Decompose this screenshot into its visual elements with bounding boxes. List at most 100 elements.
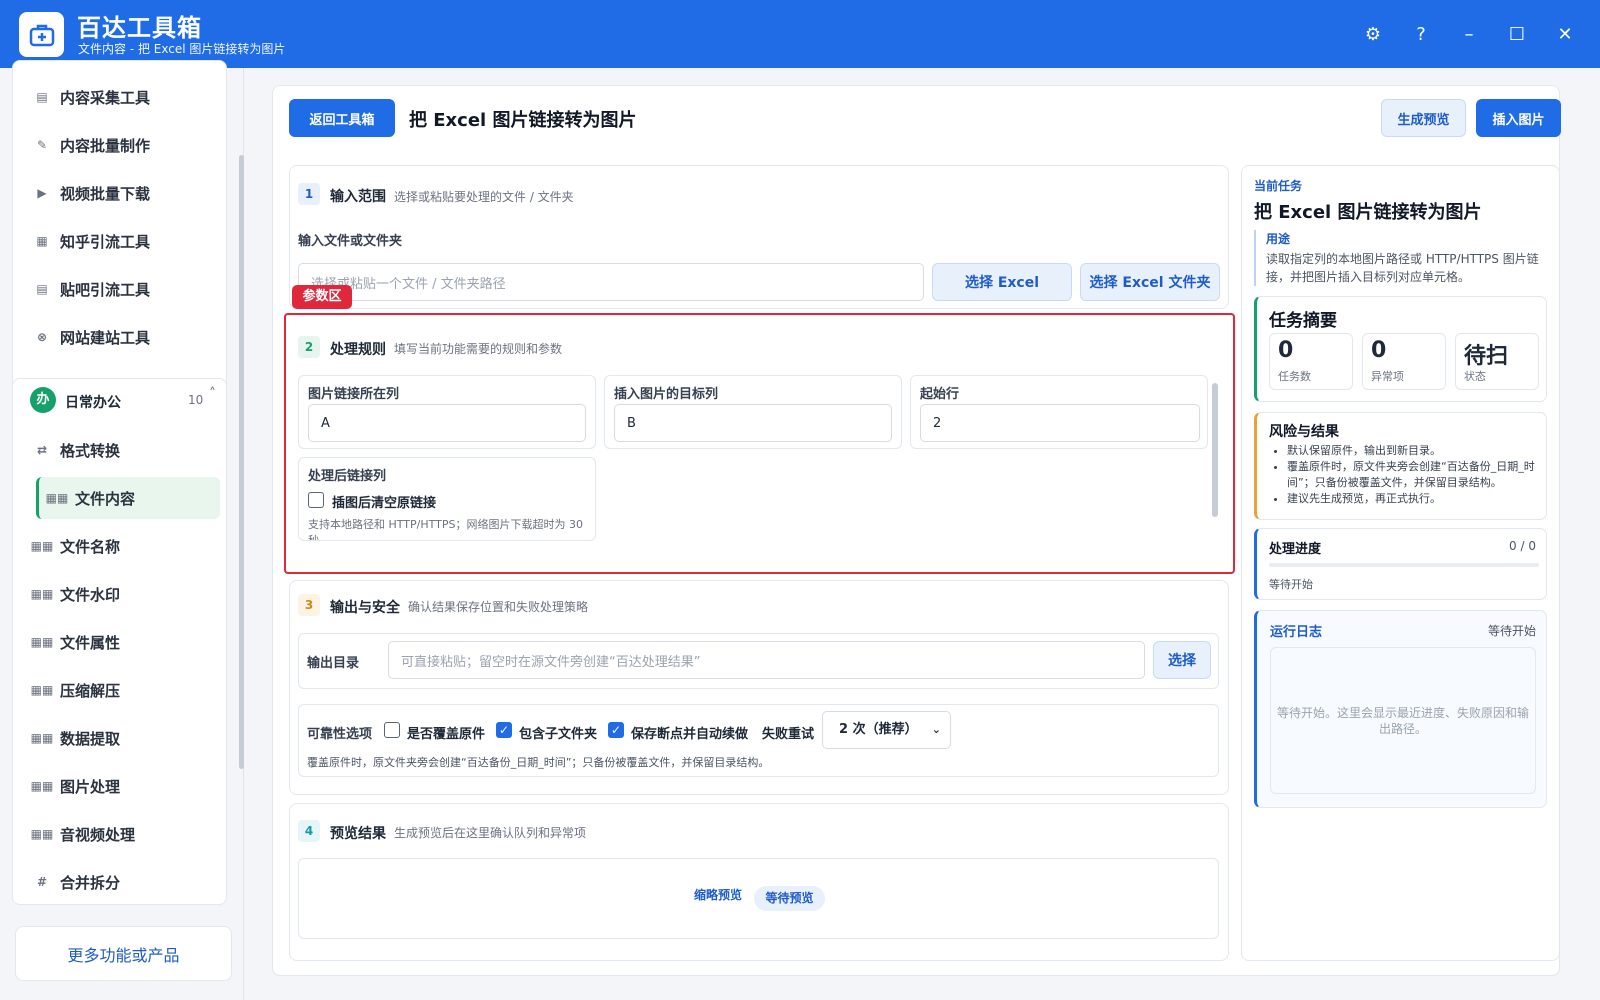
- sidebar-item-label: 数据提取: [60, 729, 121, 748]
- sidebar-item-icon: ✎: [36, 138, 48, 152]
- sidebar-item-label: 音视频处理: [60, 825, 136, 844]
- risk-card: 风险与结果 默认保留原件，输出到新目录。覆盖原件时，原文件夹旁会创建“百达备份_…: [1254, 412, 1547, 520]
- start-row-field: 起始行 2: [910, 375, 1208, 449]
- progress-title: 处理进度: [1269, 542, 1322, 557]
- summary-title: 任务摘要: [1269, 311, 1337, 331]
- sidebar-item-icon: ▦▦: [30, 731, 54, 745]
- sidebar-scrollbar[interactable]: [239, 155, 244, 769]
- section-desc: 选择或粘贴要处理的文件 / 文件夹: [394, 190, 574, 204]
- section-title: 预览结果: [330, 826, 386, 842]
- chevron-down-icon: ⌄: [931, 723, 941, 736]
- include-subfolders-label: 包含子文件夹: [519, 727, 598, 742]
- sidebar-item[interactable]: # 合并拆分: [24, 861, 220, 903]
- sidebar-item[interactable]: ▦ 知乎引流工具: [24, 220, 220, 262]
- sidebar-item[interactable]: ▦▦ 数据提取: [24, 717, 220, 759]
- input-path-field[interactable]: 选择或粘贴一个文件 / 文件夹路径: [298, 263, 924, 301]
- sidebar-item-icon: ⇄: [36, 443, 48, 457]
- choose-output-button[interactable]: 选择: [1153, 641, 1211, 679]
- sidebar-item-icon: ▦▦: [30, 779, 54, 793]
- field-label: 起始行: [920, 387, 960, 402]
- clear-link-checkbox[interactable]: [308, 492, 324, 508]
- target-column-input[interactable]: B: [614, 404, 892, 442]
- settings-icon[interactable]: ⚙: [1358, 20, 1388, 50]
- insert-images-button[interactable]: 插入图片: [1476, 99, 1561, 137]
- risk-title: 风险与结果: [1269, 424, 1339, 440]
- sidebar-item-label: 贴吧引流工具: [60, 280, 151, 299]
- help-icon[interactable]: ?: [1406, 20, 1436, 50]
- section-desc: 生成预览后在这里确认队列和异常项: [394, 826, 587, 840]
- group-count: 10: [188, 393, 204, 407]
- current-task-title: 把 Excel 图片链接转为图片: [1254, 202, 1482, 223]
- overwrite-checkbox[interactable]: [384, 722, 400, 738]
- sidebar-item-icon: ▦▦: [30, 539, 54, 553]
- sidebar-item-label: 图片处理: [60, 777, 121, 796]
- stat-value: 0: [1371, 338, 1387, 363]
- section-title: 输入范围: [330, 189, 386, 205]
- sidebar-item-icon: ▦▦: [30, 827, 54, 841]
- sidebar-item-active[interactable]: ▦▦ 文件内容: [36, 477, 220, 519]
- generate-preview-button[interactable]: 生成预览: [1381, 99, 1466, 137]
- sidebar-item[interactable]: ▤ 贴吧引流工具: [24, 268, 220, 310]
- section-title: 输出与安全: [330, 600, 400, 616]
- more-products-button[interactable]: 更多功能或产品: [15, 926, 232, 981]
- include-subfolders-checkbox[interactable]: ✓: [496, 722, 512, 738]
- title-bar: 百达工具箱 文件内容 - 把 Excel 图片链接转为图片 ⚙ ? – ☐ ✕: [0, 0, 1600, 68]
- summary-stat: 待扫 状态: [1455, 333, 1539, 390]
- clear-link-label: 插图后清空原链接: [332, 496, 437, 511]
- sidebar-item-label: 网站建站工具: [60, 328, 151, 347]
- section-desc: 填写当前功能需要的规则和参数: [394, 342, 563, 356]
- sidebar-item-icon: ▶: [37, 186, 47, 200]
- image-link-column-field: 图片链接所在列 A: [298, 375, 596, 449]
- maximize-icon[interactable]: ☐: [1502, 20, 1532, 50]
- select-excel-folder-button[interactable]: 选择 Excel 文件夹: [1080, 263, 1220, 301]
- section-desc: 确认结果保存位置和失败处理策略: [408, 600, 589, 614]
- resume-checkbox[interactable]: ✓: [608, 722, 624, 738]
- image-link-column-input[interactable]: A: [308, 404, 586, 442]
- target-column-field: 插入图片的目标列 B: [604, 375, 902, 449]
- output-dir-input[interactable]: 可直接粘贴；留空时在源文件旁创建“百达处理结果”: [388, 641, 1145, 679]
- field-label: 图片链接所在列: [308, 387, 400, 402]
- select-excel-button[interactable]: 选择 Excel: [932, 263, 1072, 301]
- sidebar-item-icon: ▦▦: [30, 635, 54, 649]
- task-summary-card: 任务摘要 0 任务数 0 异常项 待扫 状态: [1254, 296, 1547, 402]
- minimize-icon[interactable]: –: [1454, 20, 1484, 50]
- sidebar-item[interactable]: ▦▦ 压缩解压: [24, 669, 220, 711]
- stat-value: 待扫: [1464, 344, 1509, 369]
- sidebar-item[interactable]: ▤ 内容采集工具: [24, 76, 220, 118]
- usage-text: 读取指定列的本地图片路径或 HTTP/HTTPS 图片链接，并把图片插入目标列对…: [1266, 252, 1539, 284]
- sidebar-item[interactable]: ⊗ 网站建站工具: [24, 316, 220, 358]
- sidebar-item[interactable]: ▶ 视频批量下载: [24, 172, 220, 214]
- sidebar-item[interactable]: ▦▦ 图片处理: [24, 765, 220, 807]
- group-title[interactable]: 日常办公: [65, 392, 121, 412]
- start-row-input[interactable]: 2: [920, 404, 1200, 442]
- sidebar-item-label: 文件属性: [60, 633, 121, 652]
- sidebar-item[interactable]: ▦▦ 文件水印: [24, 573, 220, 615]
- sidebar-item-icon: ▤: [36, 282, 48, 296]
- step-number: 3: [298, 594, 320, 616]
- params-scrollbar[interactable]: [1212, 383, 1218, 517]
- overwrite-label: 是否覆盖原件: [407, 727, 486, 742]
- risk-item: 建议先生成预览，再正式执行。: [1287, 491, 1539, 507]
- sidebar-item[interactable]: ▦▦ 音视频处理: [24, 813, 220, 855]
- back-to-toolbox-button[interactable]: 返回工具箱: [289, 99, 395, 137]
- toolbox-logo-icon: [19, 12, 64, 57]
- sidebar-item-label: 合并拆分: [60, 873, 121, 892]
- stat-label: 任务数: [1278, 370, 1311, 383]
- sidebar-item[interactable]: ▦▦ 文件名称: [24, 525, 220, 567]
- sidebar-item[interactable]: ▦▦ 文件属性: [24, 621, 220, 663]
- close-icon[interactable]: ✕: [1550, 20, 1580, 50]
- retry-select[interactable]: 2 次（推荐） ⌄: [822, 711, 951, 749]
- sidebar-item-icon: ▦▦: [45, 491, 69, 505]
- sidebar-item[interactable]: ⇄ 格式转换: [24, 429, 220, 471]
- chevron-up-icon[interactable]: ˄: [209, 386, 216, 402]
- parameter-zone-tag: 参数区: [292, 285, 352, 309]
- output-dir-label: 输出目录: [307, 656, 360, 671]
- current-task-label: 当前任务: [1254, 179, 1303, 193]
- summary-stat: 0 异常项: [1362, 333, 1446, 390]
- progress-bar: [1269, 563, 1539, 567]
- overwrite-note: 覆盖原件时，原文件夹旁会创建“百达备份_日期_时间”；只备份被覆盖文件，并保留目…: [307, 756, 770, 769]
- sidebar-item[interactable]: ✎ 内容批量制作: [24, 124, 220, 166]
- usage-accent: [1254, 230, 1256, 286]
- log-status: 等待开始: [1487, 624, 1536, 638]
- app-title: 百达工具箱: [77, 14, 202, 42]
